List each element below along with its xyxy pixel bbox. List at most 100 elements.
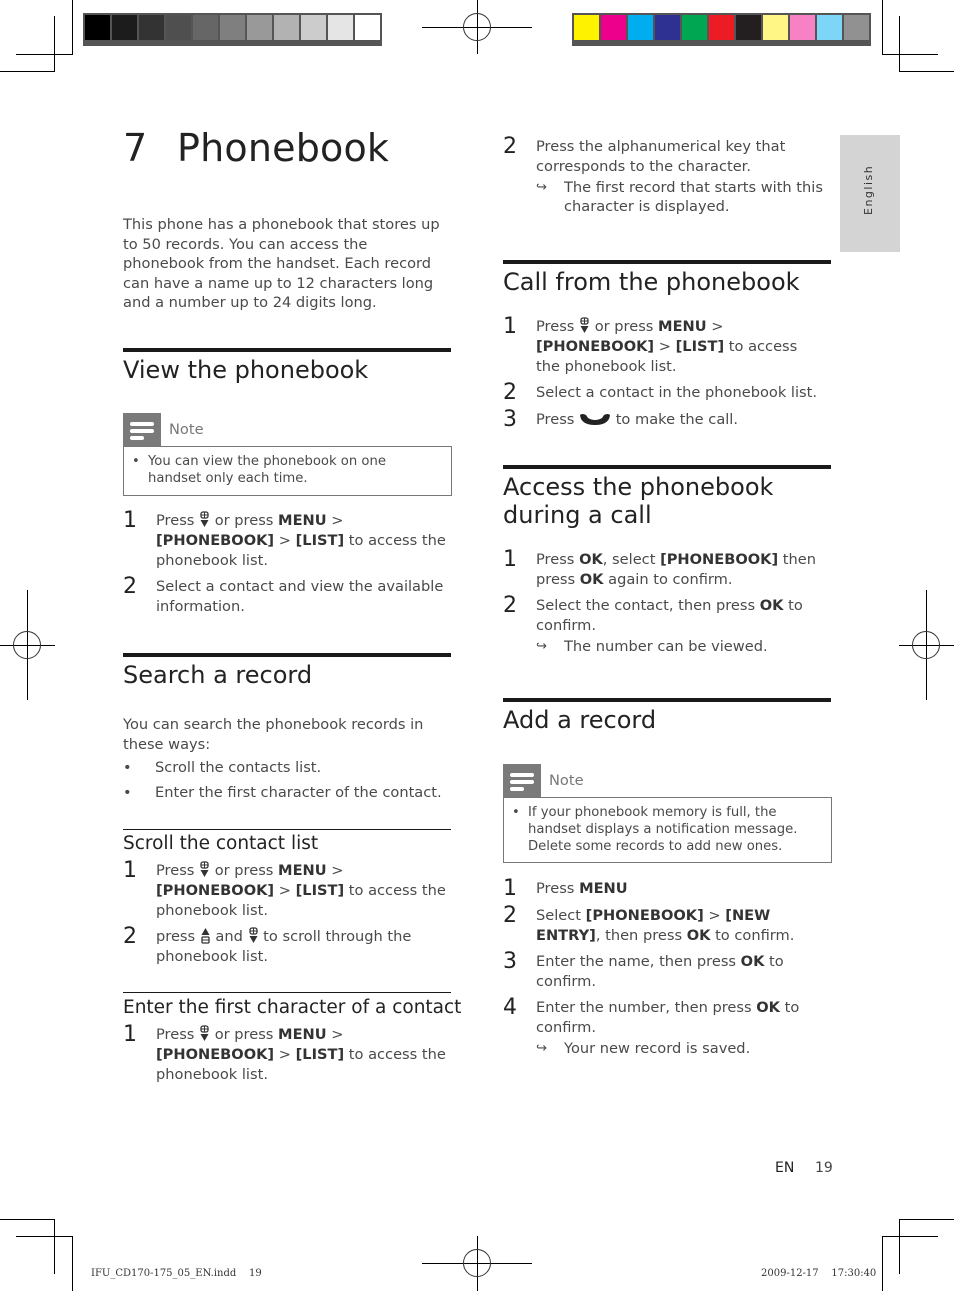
step-number: 2 — [503, 134, 517, 159]
bullet-dot: • — [512, 805, 520, 820]
scroll-up-key-icon — [201, 928, 210, 944]
crop-mark — [16, 54, 73, 55]
footer-language: EN — [775, 1160, 795, 1176]
crop-mark — [0, 1219, 55, 1220]
section-rule — [503, 465, 831, 469]
step-number: 3 — [503, 407, 517, 432]
text: Enter the number, then press — [536, 999, 757, 1016]
key-label: MENU — [278, 862, 327, 879]
step-item: 2 Select a contact and view the availabl… — [123, 576, 453, 617]
crop-mark — [882, 1236, 883, 1291]
key-label: OK — [579, 570, 604, 588]
note-header: Note — [503, 764, 832, 797]
slug-timestamp: 2009-12-17 17:30:40 — [761, 1268, 876, 1279]
crop-mark — [882, 54, 938, 55]
text: Press — [156, 512, 195, 529]
call-key-icon — [580, 414, 611, 425]
crop-mark — [899, 16, 900, 71]
step-number: 2 — [503, 380, 517, 405]
step-number: 1 — [503, 547, 517, 572]
note-content: • You can view the phonebook on one hand… — [123, 446, 452, 496]
step-text: Press OK, select [PHONEBOOK] then press … — [536, 550, 823, 590]
step-item: 2 Press the alphanumerical key that corr… — [503, 134, 823, 217]
key-label: [LIST] — [295, 531, 345, 549]
color-swatch — [166, 15, 191, 40]
key-label: [PHONEBOOK] — [536, 337, 655, 355]
color-swatch — [655, 15, 680, 40]
text: to scroll through the phonebook list. — [156, 928, 412, 965]
language-tab-label: English — [862, 164, 875, 215]
color-swatch — [193, 15, 218, 40]
note-text: If your phonebook memory is full, the ha… — [528, 805, 798, 854]
section-heading-search: Search a record — [123, 661, 313, 689]
note-content: • If your phonebook memory is full, the … — [503, 797, 832, 864]
step-item: 2 press and to scroll through the phoneb… — [123, 926, 453, 967]
crop-mark — [54, 1219, 55, 1274]
step-item: 1 Press or press MENU > [PHONEBOOK] > [L… — [123, 1022, 453, 1084]
text: to make the call. — [615, 411, 739, 428]
key-label: [PHONEBOOK] — [585, 907, 704, 924]
result-text: The first record that starts with this c… — [564, 178, 823, 216]
step-text: Press or press MENU > [PHONEBOOK] > [LIS… — [156, 1025, 453, 1084]
section-rule — [503, 260, 831, 264]
color-swatch — [817, 15, 842, 40]
bullet-dot: • — [123, 784, 132, 801]
text: , then press — [595, 926, 687, 944]
note-box-view: Note • You can view the phonebook on one… — [123, 413, 452, 496]
section-rule — [123, 348, 451, 352]
step-number: 2 — [503, 593, 517, 618]
text: > — [654, 337, 676, 355]
registration-mark — [912, 631, 940, 659]
registration-mark — [463, 13, 491, 41]
chapter-name: Phonebook — [177, 126, 390, 170]
key-label: MENU — [278, 512, 327, 529]
key-label: [PHONEBOOK] — [156, 531, 275, 549]
step-text: Press or press MENU > [PHONEBOOK] > [LIS… — [536, 317, 823, 376]
bullet-item: • Enter the first character of the contac… — [123, 784, 442, 801]
step-number: 2 — [503, 903, 517, 928]
text: , select — [602, 551, 661, 568]
color-swatch — [790, 15, 815, 40]
bullet-dot: • — [132, 454, 140, 469]
step-number: 1 — [123, 1022, 137, 1047]
step-text: Select a contact and view the available … — [156, 578, 444, 615]
color-swatch — [601, 15, 626, 40]
key-label: OK — [756, 999, 780, 1016]
note-icon — [123, 413, 161, 446]
color-swatch — [274, 15, 299, 40]
color-swatch — [247, 15, 272, 40]
slug-date: 2009-12-17 — [761, 1268, 819, 1279]
text: > — [274, 1045, 296, 1063]
note-header: Note — [123, 413, 452, 446]
step-number: 1 — [123, 858, 137, 883]
section-heading-call: Call from the phonebook — [503, 268, 800, 296]
key-label: [PHONEBOOK] — [660, 551, 779, 568]
step-item: 3 Enter the name, then press OK to confi… — [503, 951, 823, 992]
text: or press — [214, 1026, 274, 1043]
text: to confirm. — [710, 926, 795, 944]
chapter-title: 7 Phonebook — [123, 126, 389, 170]
bullet-item: • Scroll the contacts list. — [123, 759, 321, 776]
slug-time: 17:30:40 — [831, 1268, 877, 1279]
crop-mark — [16, 1236, 73, 1237]
step-item: 2 Select [PHONEBOOK] > [NEW ENTRY], then… — [503, 903, 823, 946]
text: Select — [536, 907, 586, 924]
text: > — [274, 881, 296, 899]
step-text: Enter the number, then press OK to confi… — [536, 998, 823, 1058]
crop-mark — [899, 71, 954, 72]
text: or press — [594, 318, 654, 335]
phonebook-key-icon — [200, 1025, 209, 1041]
color-swatch — [682, 15, 707, 40]
text: Press — [536, 880, 580, 897]
color-swatch — [139, 15, 164, 40]
text: > — [274, 531, 296, 549]
text: Enter the name, then press — [536, 953, 741, 970]
page-number: 19 — [815, 1160, 833, 1176]
key-label: [LIST] — [675, 337, 725, 355]
result-arrow-icon: ↪ — [536, 1040, 547, 1056]
section-rule — [123, 653, 451, 657]
key-label: OK — [759, 597, 784, 614]
step-item: 1 Press MENU — [503, 878, 823, 900]
slug-page: 19 — [249, 1268, 262, 1279]
text: > — [706, 318, 724, 335]
